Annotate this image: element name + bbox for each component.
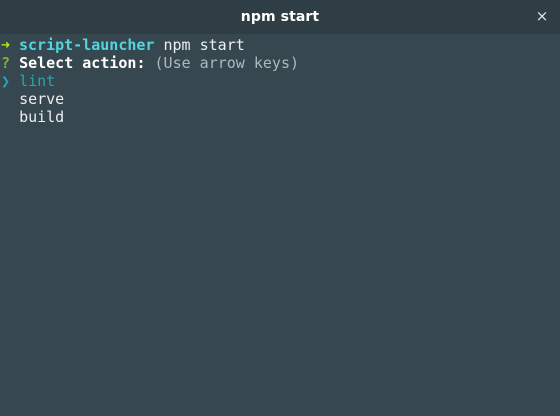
command-text: npm start (163, 36, 245, 54)
option-serve[interactable]: serve (0, 90, 560, 108)
pointer-icon: ❯ (1, 72, 11, 90)
question-line: ? Select action: (Use arrow keys) (0, 54, 560, 72)
option-label: build (19, 108, 65, 126)
hint-text: (Use arrow keys) (154, 54, 300, 72)
question-text: Select action: (19, 54, 146, 72)
prompt-arrow-icon: ➜ (1, 36, 11, 54)
question-mark-icon: ? (1, 54, 11, 72)
close-icon: × (535, 7, 549, 25)
terminal-output[interactable]: ➜ script-launcher npm start ? Select acti… (0, 36, 560, 416)
terminal-window: npm start × ➜ script-launcher npm start ?… (0, 0, 560, 416)
window-title: npm start (240, 9, 320, 25)
option-lint[interactable]: ❯ lint (0, 72, 560, 90)
option-build[interactable]: build (0, 108, 560, 126)
option-label: lint (19, 72, 56, 90)
current-directory: script-launcher (19, 36, 155, 54)
command-line: ➜ script-launcher npm start (0, 36, 560, 54)
close-button[interactable]: × (534, 8, 550, 24)
title-bar[interactable]: npm start × (0, 0, 560, 34)
option-label: serve (19, 90, 65, 108)
